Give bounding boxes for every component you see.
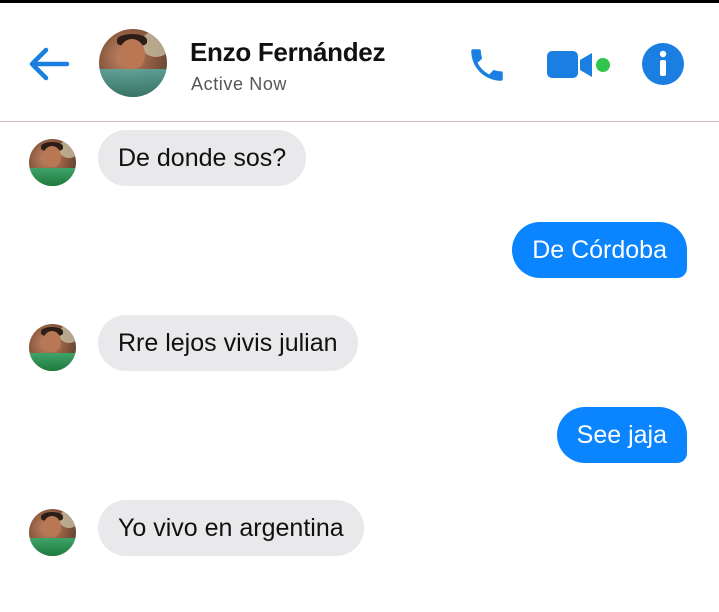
contact-avatar[interactable] [99,29,167,97]
incoming-message-bubble[interactable]: Yo vivo en argentina [98,500,364,556]
video-camera-icon [547,51,610,78]
video-call-button[interactable] [545,43,615,87]
info-icon [642,43,684,85]
sender-avatar [29,324,76,371]
message-row: De donde sos? [0,130,719,188]
message-row: See jaja [0,407,719,465]
arrow-left-icon [29,47,70,81]
incoming-message-bubble[interactable]: De donde sos? [98,130,307,186]
message-row: Rre lejos vivis julian [0,315,719,373]
message-row: De Córdoba [0,222,719,280]
message-row: Yo vivo en argentina [0,500,719,558]
contact-name[interactable]: Enzo Fernández [190,37,385,68]
incoming-message-bubble[interactable]: Rre lejos vivis julian [98,315,358,371]
outgoing-message-bubble[interactable]: De Córdoba [512,222,687,278]
phone-icon [471,49,503,81]
outgoing-message-bubble[interactable]: See jaja [556,407,687,463]
active-status: Active Now [191,74,288,94]
message-thread[interactable]: De donde sos? De Córdoba Rre lejos vivis… [0,122,719,612]
info-button[interactable] [640,41,686,87]
voice-call-button[interactable] [462,40,512,90]
conversation-header: Enzo Fernández Active Now [0,3,719,121]
back-button[interactable] [26,41,72,87]
sender-avatar [29,509,76,556]
sender-avatar [29,139,76,186]
